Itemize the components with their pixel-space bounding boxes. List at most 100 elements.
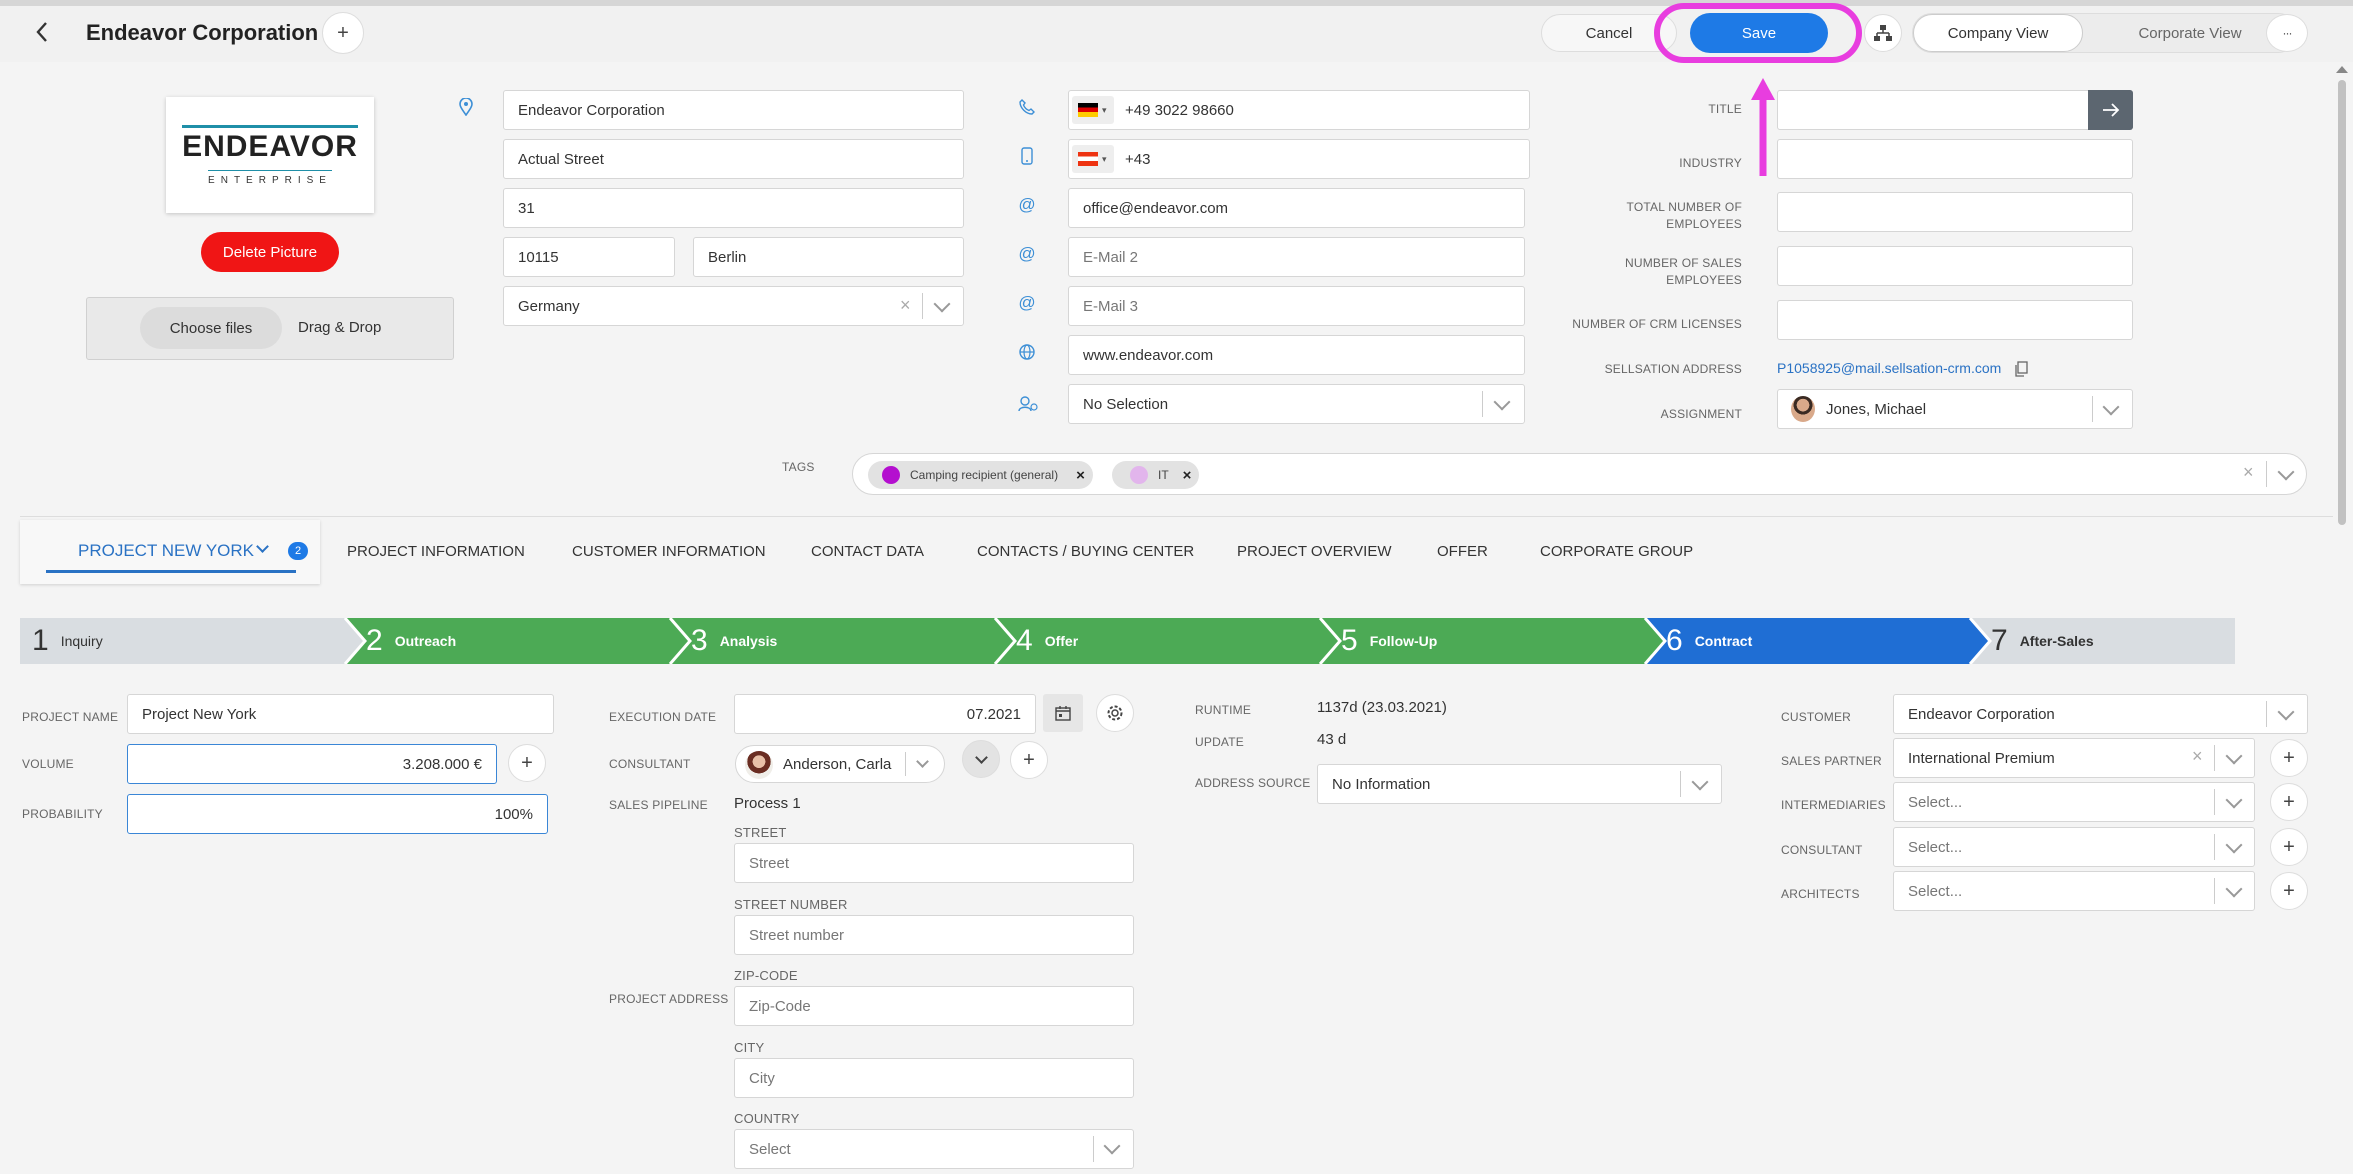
back-icon[interactable] (32, 22, 52, 42)
clear-icon[interactable]: × (900, 295, 911, 316)
architects-value: Select... (1908, 882, 1963, 900)
arrow-right-icon (2102, 103, 2119, 117)
street-input[interactable]: Actual Street (503, 139, 964, 179)
address-source-select[interactable]: No Information (1317, 764, 1722, 804)
website-input[interactable]: www.endeavor.com (1068, 335, 1525, 375)
pipeline-step-contract[interactable]: 6 Contract (1650, 618, 1752, 664)
save-button[interactable]: Save (1690, 13, 1828, 53)
intermediaries-add-button[interactable]: + (2270, 783, 2308, 821)
probability-input[interactable]: 100% (127, 794, 548, 834)
consultant2-select[interactable]: Select... (1893, 827, 2255, 867)
delete-picture-button[interactable]: Delete Picture (201, 232, 339, 272)
update-value: 43 d (1317, 731, 1347, 748)
project-street-number-input[interactable]: Street number (734, 915, 1134, 955)
tab-corporate-group[interactable]: CORPORATE GROUP (1540, 543, 1693, 560)
clear-icon[interactable]: × (2243, 462, 2254, 483)
plus-icon: + (2283, 790, 2295, 813)
plus-icon: + (2283, 879, 2295, 902)
tag-label: IT (1158, 468, 1169, 482)
pipeline-step-outreach[interactable]: 2 Outreach (350, 618, 456, 664)
consultant2-add-button[interactable]: + (2270, 828, 2308, 866)
street-number-input[interactable]: 31 (503, 188, 964, 228)
customer-select[interactable]: Endeavor Corporation (1893, 694, 2308, 734)
tab-project-new-york[interactable]: PROJECT NEW YORK 2 (20, 520, 320, 584)
zip-input[interactable]: 10115 (503, 237, 675, 277)
sales-partner-add-button[interactable]: + (2270, 739, 2308, 777)
corporate-view-button[interactable]: Corporate View (2090, 14, 2290, 52)
tab-contacts-buying-center[interactable]: CONTACTS / BUYING CENTER (977, 543, 1194, 560)
tab-offer[interactable]: OFFER (1437, 543, 1488, 560)
title-input[interactable] (1777, 90, 2133, 130)
sales-employees-input[interactable] (1777, 246, 2133, 286)
mobile-input[interactable]: +43 (1068, 139, 1530, 179)
phone-input[interactable]: +49 3022 98660 (1068, 90, 1530, 130)
consultant-expand-button[interactable] (962, 740, 1000, 778)
sales-partner-label: SALES PARTNER (1781, 754, 1882, 768)
project-country-select[interactable]: Select (734, 1129, 1134, 1169)
flag-austria-icon[interactable]: ▾ (1072, 145, 1114, 173)
pipeline-step-after-sales[interactable]: 7 After-Sales (1975, 618, 2094, 664)
city-input[interactable]: Berlin (693, 237, 964, 277)
volume-add-button[interactable]: + (508, 744, 546, 782)
sellsation-address-label: SELLSATION ADDRESS (1604, 362, 1742, 376)
email1-input[interactable]: office@endeavor.com (1068, 188, 1525, 228)
project-name-input[interactable]: Project New York (127, 694, 554, 734)
tab-project-information[interactable]: PROJECT INFORMATION (347, 543, 525, 560)
logo-sub-text: ENTERPRISE (208, 169, 332, 186)
pipeline-step-inquiry[interactable]: 1 Inquiry (20, 618, 103, 664)
assignment-select[interactable]: Jones, Michael (1777, 389, 2133, 429)
country-select[interactable]: Germany (503, 286, 964, 326)
chevron-down-icon[interactable] (256, 540, 269, 553)
project-street-input[interactable]: Street (734, 843, 1134, 883)
company-logo: ENDEAVOR ENTERPRISE (166, 97, 374, 213)
architects-select[interactable]: Select... (1893, 871, 2255, 911)
title-go-button[interactable] (2088, 90, 2133, 130)
assignment-label: ASSIGNMENT (1660, 407, 1742, 421)
project-zip-input[interactable]: Zip-Code (734, 986, 1134, 1026)
flag-germany-icon[interactable]: ▾ (1072, 96, 1114, 124)
tab-badge: 2 (288, 542, 308, 560)
employees-input[interactable] (1777, 192, 2133, 232)
more-button[interactable]: ··· (2266, 14, 2308, 52)
calendar-button[interactable] (1043, 694, 1083, 732)
company-view-button[interactable]: Company View (1913, 14, 2083, 52)
email2-input[interactable]: E-Mail 2 (1068, 237, 1525, 277)
scrollbar[interactable] (2338, 80, 2346, 525)
volume-input[interactable]: 3.208.000 € (127, 744, 497, 784)
tab-contact-data[interactable]: CONTACT DATA (811, 543, 924, 560)
sales-partner-value: International Premium (1908, 749, 2055, 767)
pipeline-step-offer[interactable]: 4 Offer (1000, 618, 1078, 664)
chevron-down-icon (974, 750, 988, 764)
update-label: UPDATE (1195, 735, 1244, 749)
company-name-input[interactable]: Endeavor Corporation (503, 90, 964, 130)
sellsation-address-value[interactable]: P1058925@mail.sellsation-crm.com (1777, 360, 2001, 376)
location-icon (456, 97, 476, 117)
tag-chip[interactable]: IT × (1112, 461, 1200, 489)
scroll-up-arrow[interactable] (2336, 66, 2348, 73)
tag-remove-icon[interactable]: × (1076, 467, 1085, 484)
clear-icon[interactable]: × (2192, 746, 2203, 767)
tab-customer-information[interactable]: CUSTOMER INFORMATION (572, 543, 766, 560)
hierarchy-icon[interactable] (1864, 14, 1902, 52)
architects-add-button[interactable]: + (2270, 872, 2308, 910)
project-name-label: PROJECT NAME (22, 710, 119, 724)
intermediaries-select[interactable]: Select... (1893, 782, 2255, 822)
copy-icon[interactable] (2014, 361, 2028, 381)
email3-input[interactable]: E-Mail 3 (1068, 286, 1525, 326)
add-button[interactable]: + (322, 12, 364, 54)
tab-project-overview[interactable]: PROJECT OVERVIEW (1237, 543, 1391, 560)
pipeline-step-analysis[interactable]: 3 Analysis (675, 618, 777, 664)
project-city-input[interactable]: City (734, 1058, 1134, 1098)
tag-remove-icon[interactable]: × (1183, 467, 1192, 484)
crm-licenses-input[interactable] (1777, 300, 2133, 340)
date-settings-button[interactable] (1096, 694, 1134, 732)
consultant-add-button[interactable]: + (1010, 741, 1048, 779)
tag-chip[interactable]: Camping recipient (general) × (868, 461, 1093, 489)
execution-date-input[interactable]: 07.2021 (734, 694, 1036, 734)
contact-selection-select[interactable]: No Selection (1068, 384, 1525, 424)
calendar-icon (1055, 706, 1071, 721)
industry-input[interactable] (1777, 139, 2133, 179)
country-label: COUNTRY (734, 1111, 800, 1126)
pipeline-step-follow-up[interactable]: 5 Follow-Up (1325, 618, 1437, 664)
choose-files-button[interactable]: Choose files (140, 307, 282, 349)
